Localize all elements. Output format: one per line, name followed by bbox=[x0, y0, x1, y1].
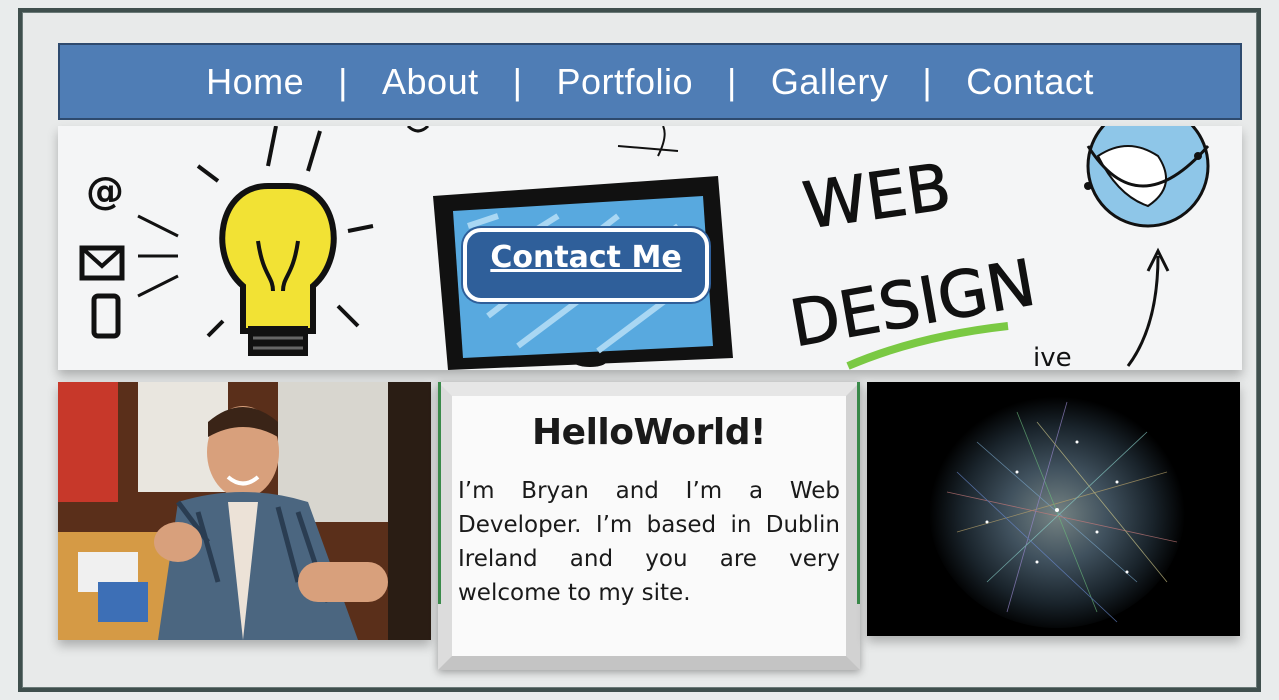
nav-about[interactable]: About bbox=[370, 61, 491, 103]
intro-heading: HelloWorld! bbox=[532, 412, 766, 453]
nav-separator: | bbox=[338, 60, 349, 102]
profile-photo bbox=[58, 382, 431, 640]
nav-contact[interactable]: Contact bbox=[954, 61, 1106, 103]
nav-home[interactable]: Home bbox=[194, 61, 316, 103]
intro-text: I’m Bryan and I’m a Web Developer. I’m b… bbox=[458, 478, 840, 606]
nav-separator: | bbox=[922, 60, 933, 102]
network-visualization bbox=[867, 382, 1240, 636]
nav-portfolio[interactable]: Portfolio bbox=[544, 61, 705, 103]
network-image bbox=[867, 382, 1240, 636]
card-edge-right bbox=[857, 382, 860, 604]
svg-text:ive: ive bbox=[1033, 343, 1072, 370]
main-nav: Home | About | Portfolio | Gallery | Con… bbox=[58, 43, 1242, 120]
nav-separator: | bbox=[512, 60, 523, 102]
nav-gallery[interactable]: Gallery bbox=[759, 61, 901, 103]
intro-card: HelloWorld! I’m Bryan and I’m a Web Deve… bbox=[438, 382, 860, 670]
contact-me-button[interactable]: Contact Me bbox=[463, 228, 709, 302]
nav-separator: | bbox=[727, 60, 737, 102]
card-edge-left bbox=[438, 382, 441, 604]
svg-text:@: @ bbox=[86, 169, 124, 213]
person-photo bbox=[58, 382, 431, 640]
